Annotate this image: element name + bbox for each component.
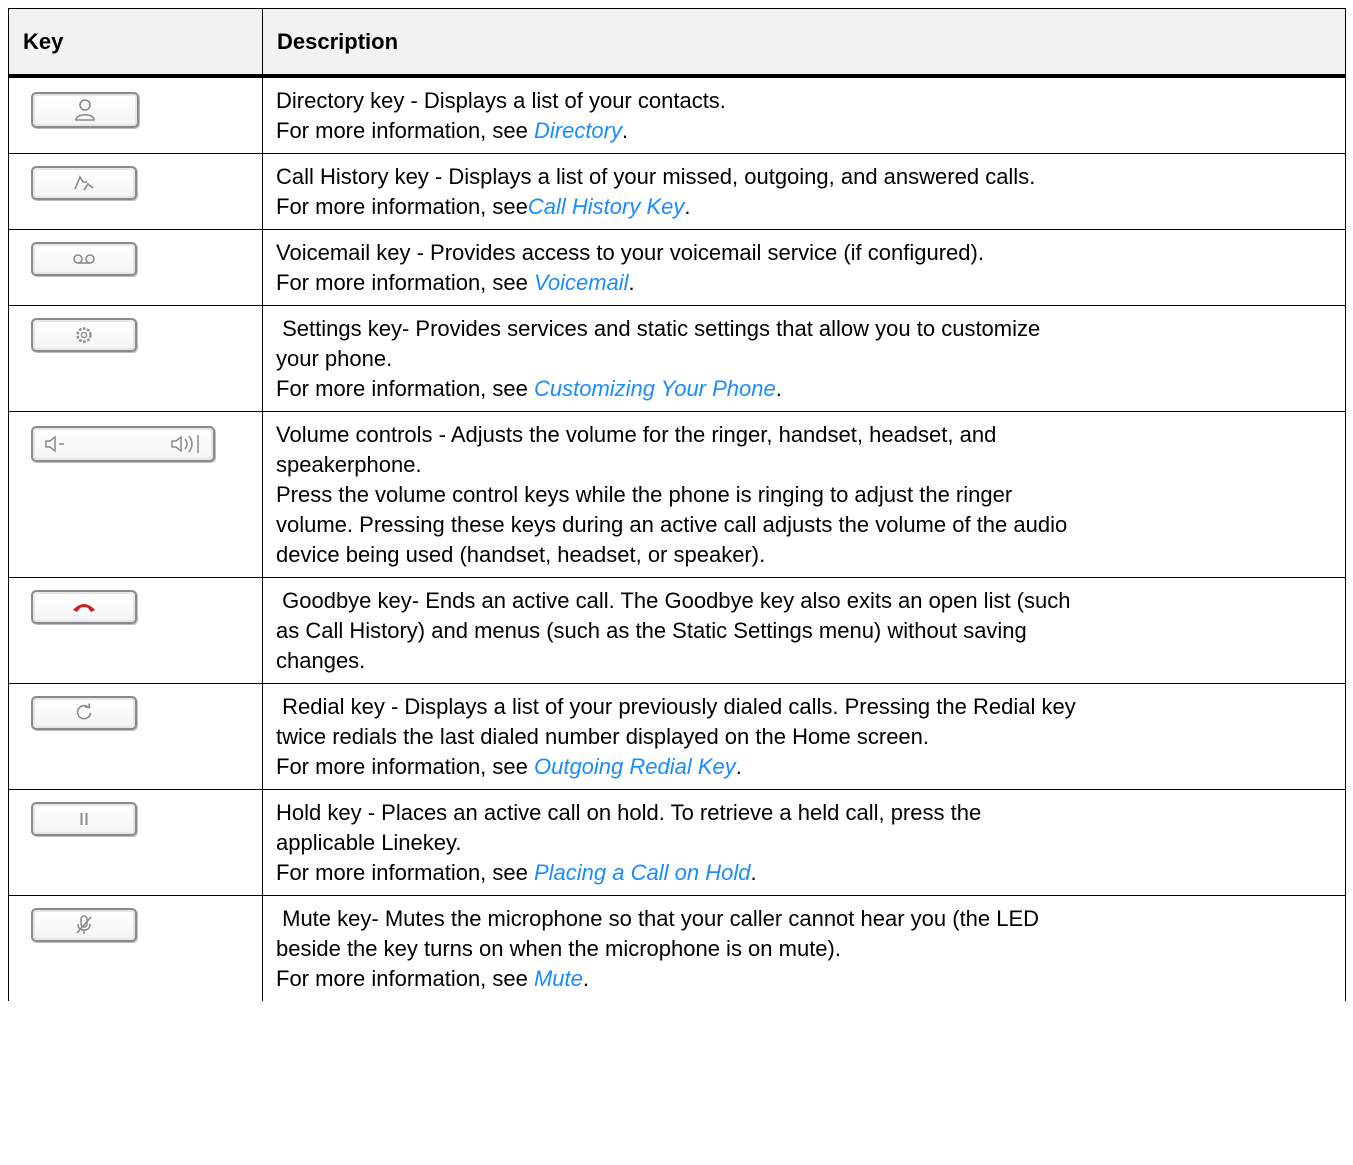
period: . [628, 270, 635, 295]
key-cell [8, 411, 263, 578]
volume-down-icon [45, 435, 64, 453]
description-line: speakerphone. [276, 452, 422, 477]
settings-key-button [31, 318, 137, 352]
description-line: For more information, see Directory. [276, 116, 1333, 146]
key-cell [8, 229, 263, 306]
voicemail-icon [73, 254, 95, 264]
period: . [622, 118, 629, 143]
description-column-header: Description [262, 8, 1346, 78]
key-cell [8, 683, 263, 790]
key-cell [8, 153, 263, 230]
description-cell: Voicemail key - Provides access to your … [262, 229, 1346, 306]
description-line: For more information, see Customizing Yo… [276, 374, 1333, 404]
outgoing-redial-key-link[interactable]: Outgoing Redial Key [534, 754, 736, 779]
description-line: applicable Linekey. [276, 830, 462, 855]
key-cell [8, 75, 263, 154]
description-line: Press the volume control keys while the … [276, 482, 1013, 507]
period: . [684, 194, 691, 219]
mute-link[interactable]: Mute [534, 966, 583, 991]
period: . [750, 860, 757, 885]
directory-key-button [31, 92, 139, 128]
description-line: Call History key - Displays a list of yo… [276, 164, 1036, 189]
customizing-your-phone-link[interactable]: Customizing Your Phone [534, 376, 776, 401]
mute-microphone-icon [76, 915, 92, 934]
period: . [582, 966, 590, 991]
keys-table: Key Description Directory key - Displays… [8, 8, 1346, 1001]
hold-key-button [31, 802, 137, 836]
description-line: For more information, see Outgoing Redia… [276, 752, 1333, 782]
goodbye-handset-icon [73, 604, 95, 612]
directory-link[interactable]: Directory [534, 118, 622, 143]
more-info-text: For more information, see [276, 118, 534, 143]
call-history-icon [74, 175, 94, 191]
description-cell: Goodbye key- Ends an active call. The Go… [262, 577, 1346, 684]
more-info-text: For more information, see [276, 754, 534, 779]
period: . [735, 754, 742, 779]
goodbye-key-button [31, 590, 137, 624]
more-info-text: For more information, see [276, 966, 534, 991]
description-line: Goodbye key- Ends an active call. The Go… [276, 588, 1071, 613]
description-cell: Mute key- Mutes the microphone so that y… [262, 895, 1346, 1001]
redial-icon [76, 703, 92, 720]
description-line: twice redials the last dialed number dis… [276, 724, 930, 749]
table-row: Directory key - Displays a list of your … [8, 75, 1346, 154]
settings-gear-icon [76, 327, 92, 343]
description-cell: Redial key - Displays a list of your pre… [262, 683, 1346, 790]
description-line: Redial key - Displays a list of your pre… [276, 694, 1076, 719]
voicemail-key-button [31, 242, 137, 276]
key-column-header: Key [8, 8, 263, 78]
description-line: For more information, see Placing a Call… [276, 858, 1333, 888]
description-line: For more information, see Voicemail. [276, 268, 1333, 298]
description-line: beside the key turns on when the microph… [276, 936, 841, 961]
more-info-text: For more information, see [276, 860, 534, 885]
description-line: Directory key - Displays a list of your … [276, 88, 726, 113]
description-line: changes. [276, 648, 366, 673]
period: . [775, 376, 782, 401]
mute-key-button [31, 908, 137, 942]
call-history-key-link[interactable]: Call History Key [528, 194, 684, 219]
placing-a-call-on-hold-link[interactable]: Placing a Call on Hold [534, 860, 750, 885]
description-line: volume. Pressing these keys during an ac… [276, 512, 1068, 537]
hold-icon [80, 813, 88, 825]
table-row: Voicemail key - Provides access to your … [8, 229, 1346, 306]
more-info-text: For more information, see [276, 270, 534, 295]
description-line: as Call History) and menus (such as the … [276, 618, 1027, 643]
call-history-key-button [31, 166, 137, 200]
description-line: Voicemail key - Provides access to your … [276, 240, 984, 265]
table-header-row: Key Description [8, 8, 1346, 78]
key-cell [8, 305, 263, 412]
description-cell: Call History key - Displays a list of yo… [262, 153, 1346, 230]
table-row: Volume controls - Adjusts the volume for… [8, 411, 1346, 578]
voicemail-link[interactable]: Voicemail [534, 270, 629, 295]
table-row: Mute key- Mutes the microphone so that y… [8, 895, 1346, 1001]
key-cell [8, 895, 263, 1001]
more-info-text: For more information, see [276, 194, 528, 219]
table-row: Redial key - Displays a list of your pre… [8, 683, 1346, 790]
description-line: Settings key- Provides services and stat… [276, 316, 1041, 341]
description-cell: Volume controls - Adjusts the volume for… [262, 411, 1346, 578]
key-cell [8, 577, 263, 684]
volume-up-icon [171, 435, 199, 453]
more-info-text: For more information, see [276, 376, 534, 401]
description-line: your phone. [276, 346, 393, 371]
key-cell [8, 789, 263, 896]
table-row: Hold key - Places an active call on hold… [8, 789, 1346, 896]
volume-controls-button [31, 426, 215, 462]
description-line: device being used (handset, headset, or … [276, 542, 766, 567]
directory-icon [75, 99, 95, 121]
table-row: Settings key- Provides services and stat… [8, 305, 1346, 412]
description-line: Hold key - Places an active call on hold… [276, 800, 982, 825]
description-cell: Hold key - Places an active call on hold… [262, 789, 1346, 896]
description-line: Mute key- Mutes the microphone so that y… [276, 906, 1040, 931]
table-row: Goodbye key- Ends an active call. The Go… [8, 577, 1346, 684]
description-line: For more information, see Mute. [276, 964, 1333, 994]
description-line: Volume controls - Adjusts the volume for… [276, 422, 997, 447]
redial-key-button [31, 696, 137, 730]
description-line: For more information, seeCall History Ke… [276, 192, 1333, 222]
description-cell: Directory key - Displays a list of your … [262, 75, 1346, 154]
table-row: Call History key - Displays a list of yo… [8, 153, 1346, 230]
description-cell: Settings key- Provides services and stat… [262, 305, 1346, 412]
